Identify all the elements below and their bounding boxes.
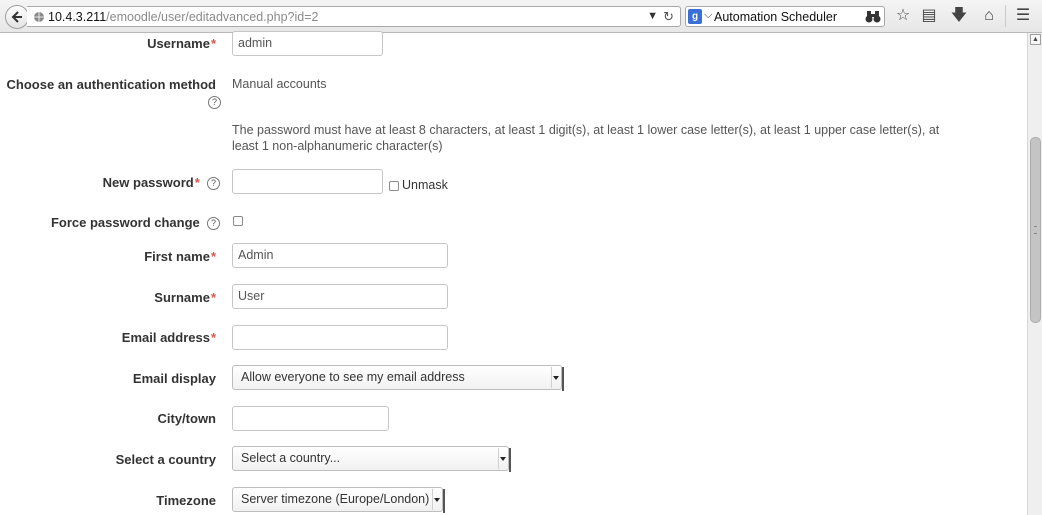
city-input[interactable] bbox=[232, 406, 389, 431]
username-input[interactable]: admin bbox=[232, 31, 383, 56]
download-icon[interactable]: 🡇 bbox=[950, 7, 968, 25]
select-edge bbox=[509, 448, 511, 472]
scroll-grip-icon bbox=[1034, 226, 1037, 234]
binoculars-icon[interactable] bbox=[865, 9, 881, 24]
address-bar[interactable]: 10.4.3.211/emoodle/user/editadvanced.php… bbox=[27, 6, 681, 27]
home-icon[interactable]: ⌂ bbox=[980, 7, 998, 25]
chevron-down-icon[interactable]: ⌵ bbox=[704, 9, 712, 22]
dropdown-arrow-icon bbox=[432, 489, 441, 510]
scroll-thumb[interactable] bbox=[1030, 137, 1041, 323]
auth-method-label: Choose an authentication method bbox=[6, 77, 216, 92]
first-name-input[interactable]: Admin bbox=[232, 243, 448, 268]
page-scrollbar[interactable]: ▲ bbox=[1027, 33, 1042, 515]
back-arrow-icon bbox=[11, 11, 22, 23]
password-rules-text: The password must have at least 8 charac… bbox=[232, 123, 940, 153]
bookmark-star-icon[interactable]: ☆ bbox=[894, 7, 912, 25]
force-password-change-checkbox[interactable] bbox=[233, 216, 243, 226]
email-display-value: Allow everyone to see my email address bbox=[241, 370, 465, 384]
new-password-input[interactable] bbox=[232, 169, 383, 194]
country-value: Select a country... bbox=[241, 451, 341, 465]
first-name-label: First name* bbox=[144, 249, 216, 264]
timezone-value: Server timezone (Europe/London) bbox=[241, 492, 430, 506]
email-input[interactable] bbox=[232, 325, 448, 350]
timezone-label: Timezone bbox=[156, 493, 216, 508]
surname-label: Surname* bbox=[154, 290, 216, 305]
reload-icon[interactable]: ↻ bbox=[663, 9, 674, 25]
url-history-dropdown-icon[interactable]: ▼ bbox=[647, 10, 658, 22]
required-marker: * bbox=[210, 290, 216, 305]
country-select[interactable]: Select a country... bbox=[232, 446, 511, 472]
timezone-select[interactable]: Server timezone (Europe/London) bbox=[232, 487, 445, 513]
reading-list-icon[interactable]: ▤ bbox=[920, 7, 938, 25]
globe-icon bbox=[34, 12, 44, 22]
auth-method-value: Manual accounts bbox=[232, 77, 327, 91]
search-bar[interactable]: g ⌵ Automation Scheduler bbox=[685, 6, 885, 27]
email-display-label: Email display bbox=[132, 371, 216, 386]
browser-toolbar: 10.4.3.211/emoodle/user/editadvanced.php… bbox=[0, 0, 1042, 33]
select-edge bbox=[562, 367, 564, 391]
email-label: Email address* bbox=[121, 330, 216, 345]
back-button[interactable] bbox=[5, 5, 29, 29]
search-engine-icon[interactable]: g bbox=[688, 9, 702, 24]
dropdown-arrow-icon bbox=[498, 448, 507, 469]
url-text: 10.4.3.211/emoodle/user/editadvanced.php… bbox=[48, 10, 319, 24]
country-label: Select a country bbox=[115, 452, 216, 467]
toolbar-divider bbox=[1005, 5, 1006, 27]
help-icon[interactable]: ? bbox=[207, 177, 220, 190]
dropdown-arrow-icon bbox=[551, 367, 560, 388]
search-input[interactable]: Automation Scheduler bbox=[714, 10, 837, 24]
select-edge bbox=[443, 489, 445, 513]
unmask-checkbox[interactable] bbox=[389, 181, 399, 191]
required-marker: * bbox=[210, 330, 216, 345]
help-icon[interactable]: ? bbox=[207, 217, 220, 230]
required-marker: * bbox=[210, 249, 216, 264]
force-password-change-label: Force password change ? bbox=[51, 215, 220, 230]
help-icon[interactable]: ? bbox=[208, 96, 221, 109]
new-password-label: New password* ? bbox=[103, 175, 220, 190]
surname-input[interactable]: User bbox=[232, 284, 448, 309]
scroll-up-arrow-icon[interactable]: ▲ bbox=[1030, 34, 1041, 45]
unmask-label: Unmask bbox=[402, 178, 448, 192]
email-display-select[interactable]: Allow everyone to see my email address bbox=[232, 365, 564, 391]
required-marker: * bbox=[210, 36, 216, 51]
required-marker: * bbox=[194, 175, 200, 190]
city-label: City/town bbox=[157, 411, 217, 426]
menu-icon[interactable]: ☰ bbox=[1014, 7, 1032, 25]
username-label: Username* bbox=[147, 36, 216, 51]
